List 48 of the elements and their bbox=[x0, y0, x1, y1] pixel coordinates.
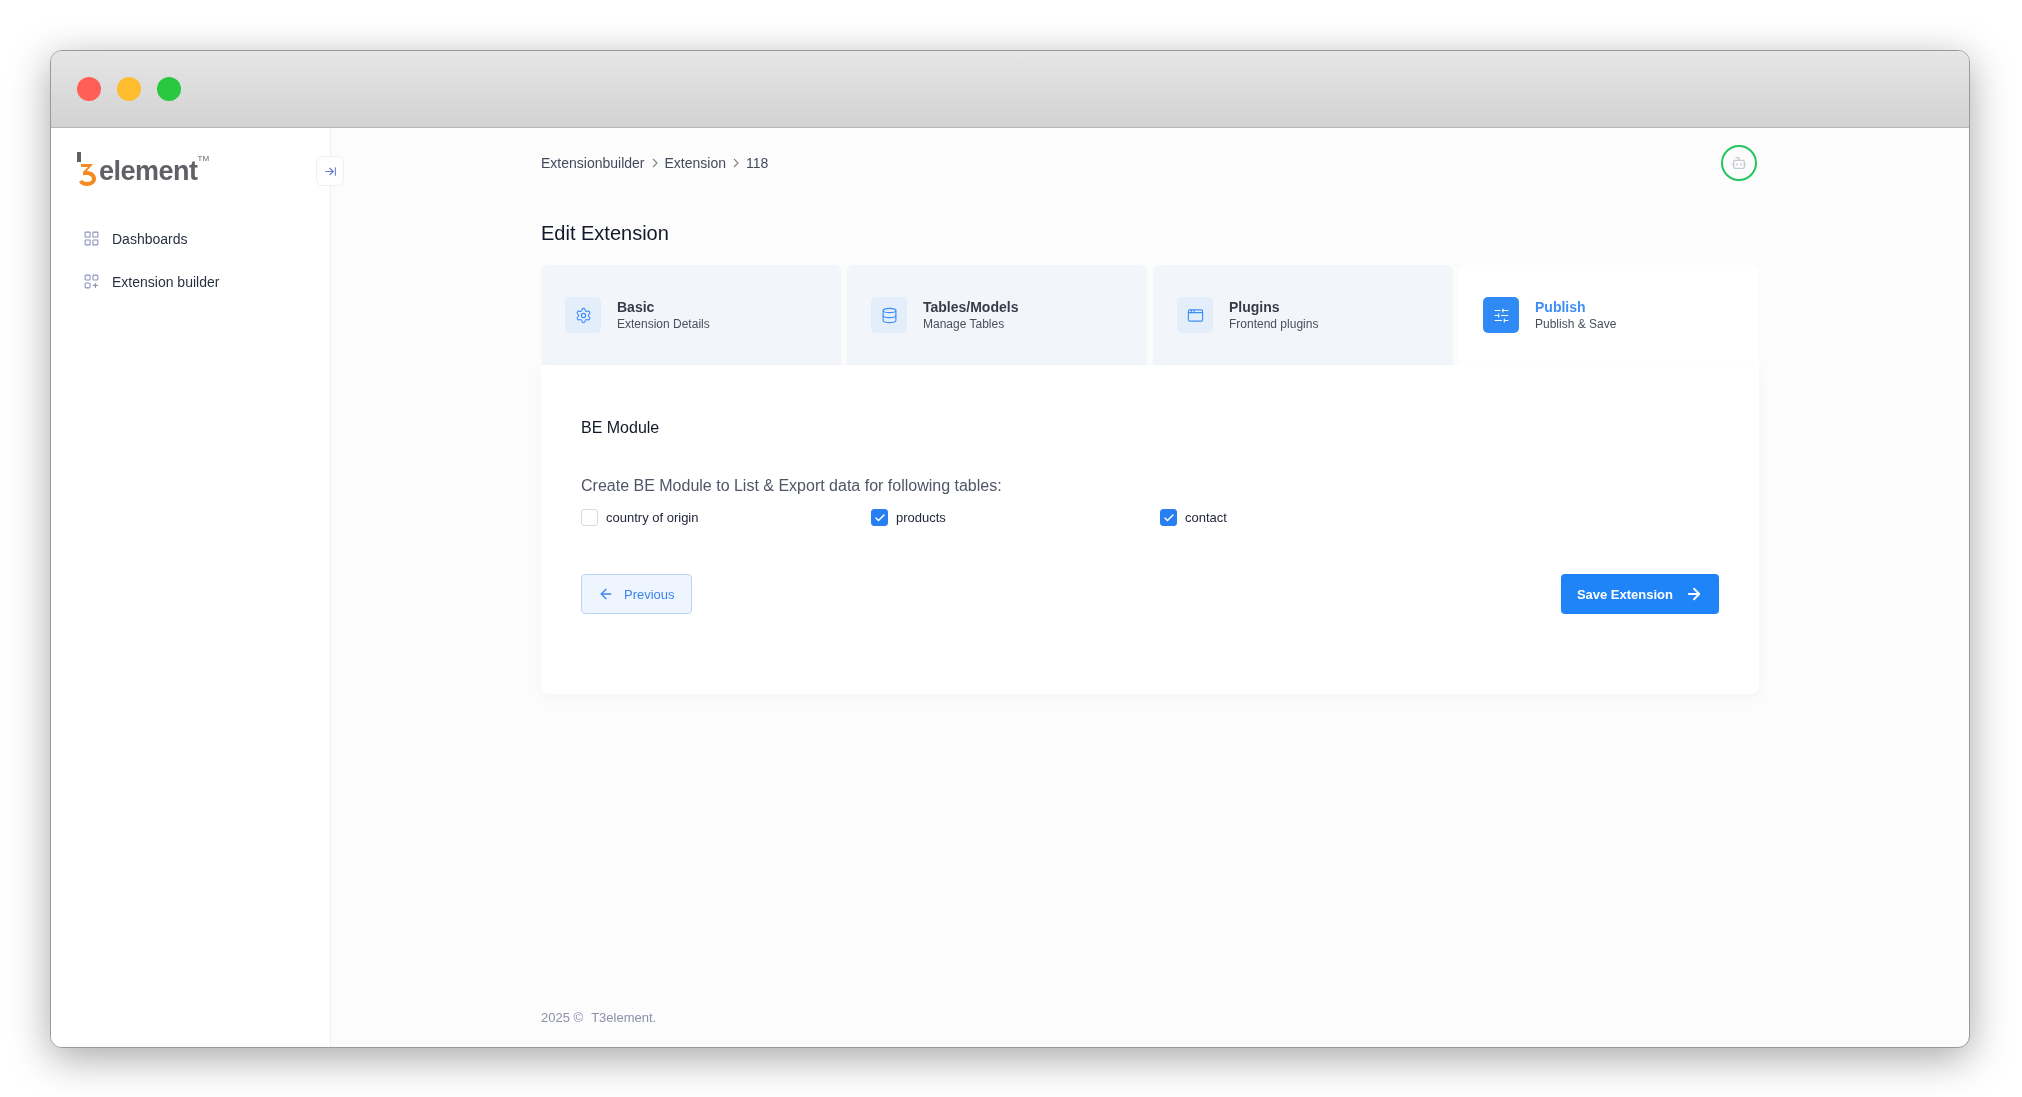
gear-icon bbox=[565, 297, 601, 333]
database-icon bbox=[871, 297, 907, 333]
chevron-right-icon bbox=[650, 158, 659, 168]
step-subtitle: Manage Tables bbox=[923, 317, 1006, 331]
checkbox-label: contact bbox=[1185, 510, 1227, 525]
collapse-arrow-icon bbox=[323, 164, 337, 178]
sliders-icon bbox=[1483, 297, 1519, 333]
step-title: Basic bbox=[617, 299, 656, 315]
step-tab[interactable]: Basic Extension Details bbox=[541, 265, 841, 365]
sidebar-item[interactable]: Dashboards bbox=[83, 230, 330, 247]
checkbox[interactable] bbox=[1160, 509, 1177, 526]
step-subtitle: Extension Details bbox=[617, 317, 710, 331]
check-icon bbox=[1162, 511, 1175, 524]
user-avatar[interactable] bbox=[1721, 145, 1757, 181]
section-title: BE Module bbox=[581, 419, 661, 437]
maximize-button[interactable] bbox=[157, 77, 181, 101]
step-tab[interactable]: Plugins Frontend plugins bbox=[1153, 265, 1453, 365]
logo-text: element bbox=[99, 156, 198, 187]
trademark-text: TM bbox=[197, 154, 210, 163]
company-name: T3element. bbox=[591, 1010, 657, 1025]
breadcrumb-item[interactable]: Extensionbuilder bbox=[541, 155, 645, 171]
copyright-text: 2025 © bbox=[541, 1010, 584, 1025]
checkbox-label: products bbox=[896, 510, 946, 525]
step-title: Plugins bbox=[1229, 299, 1281, 315]
step-tab[interactable]: Tables/Models Manage Tables bbox=[847, 265, 1147, 365]
page-title: Edit Extension bbox=[541, 222, 670, 245]
robot-icon bbox=[1731, 155, 1747, 171]
step-title: Tables/Models bbox=[923, 299, 1019, 315]
chevron-right-icon bbox=[732, 158, 740, 168]
step-title: Publish bbox=[1535, 299, 1587, 315]
step-subtitle: Publish & Save bbox=[1535, 317, 1617, 331]
checkbox[interactable] bbox=[871, 509, 888, 526]
step-subtitle: Frontend plugins bbox=[1229, 317, 1319, 331]
sidebar-item[interactable]: Extension builder bbox=[83, 273, 330, 290]
breadcrumb-item: 118 bbox=[746, 155, 769, 171]
minimize-button[interactable] bbox=[117, 77, 141, 101]
close-button[interactable] bbox=[77, 77, 101, 101]
grid-plus-icon bbox=[83, 273, 100, 290]
grid-icon bbox=[83, 230, 100, 247]
section-description: Create BE Module to List & Export data for following tables: bbox=[581, 477, 1003, 495]
browser-window-icon bbox=[1177, 297, 1213, 333]
save-extension-button[interactable]: Save Extension bbox=[1560, 574, 1719, 614]
checkbox-label: country of origin bbox=[606, 510, 699, 525]
check-icon bbox=[873, 511, 886, 524]
arrow-right-icon bbox=[1685, 585, 1703, 603]
collapse-sidebar-button[interactable] bbox=[316, 156, 344, 186]
breadcrumb-item[interactable]: Extension bbox=[664, 155, 726, 171]
logo-mark-icon bbox=[75, 152, 99, 186]
